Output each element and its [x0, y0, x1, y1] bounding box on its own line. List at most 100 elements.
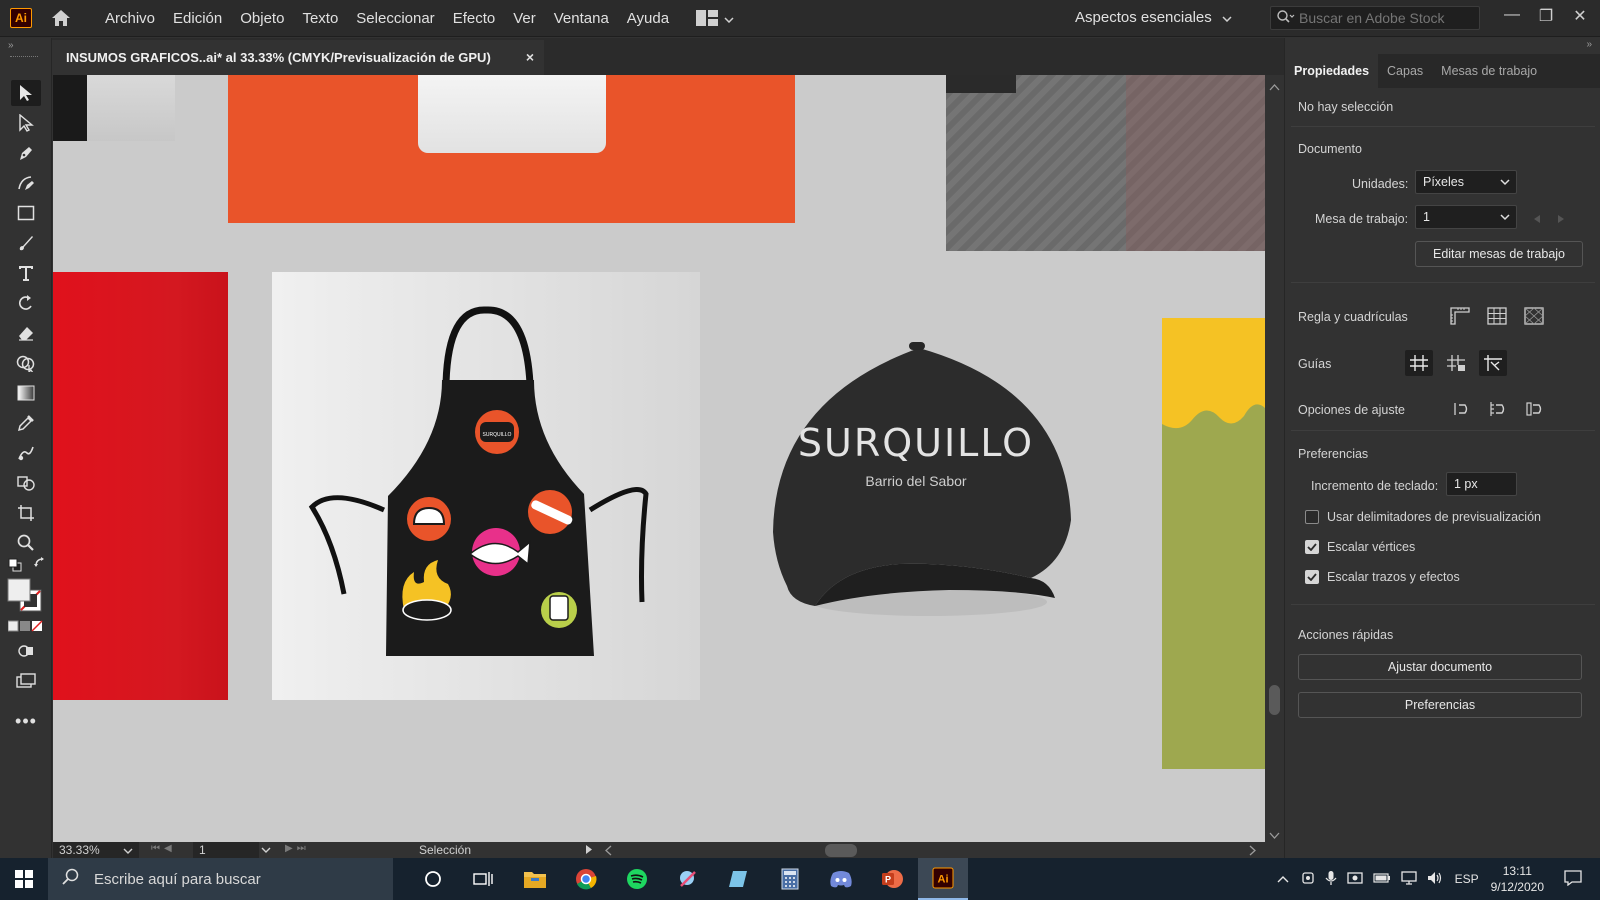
menu-ventana[interactable]: Ventana	[545, 10, 618, 27]
home-icon[interactable]	[48, 5, 74, 31]
vertical-scrollbar[interactable]	[1265, 75, 1284, 842]
chrome-icon[interactable]	[561, 858, 611, 900]
spotify-icon[interactable]	[612, 858, 662, 900]
windows-start-icon[interactable]	[0, 858, 48, 900]
preferences-button[interactable]: Preferencias	[1298, 692, 1582, 718]
pen-tool-icon[interactable]	[11, 140, 41, 166]
artboard-dropdown[interactable]: 1	[1415, 205, 1517, 229]
webcam-icon[interactable]	[1346, 871, 1363, 888]
collapse-panel-icon[interactable]: »	[1586, 39, 1592, 50]
discord-icon[interactable]	[816, 858, 866, 900]
screen-mode-icon[interactable]	[11, 668, 41, 694]
horizontal-scroll-thumb[interactable]	[825, 844, 857, 857]
workspace-switcher[interactable]: Aspectos esenciales	[1075, 9, 1232, 26]
selection-tool-icon[interactable]	[11, 80, 41, 106]
color-mode-icon[interactable]	[7, 620, 44, 635]
artboard-first-prev-icons[interactable]: ⏮◀	[151, 843, 176, 854]
close-icon[interactable]: ×	[526, 49, 534, 65]
cortana-icon[interactable]	[408, 858, 458, 900]
meet-icon[interactable]	[1301, 871, 1315, 888]
menu-ayuda[interactable]: Ayuda	[618, 10, 678, 27]
rectangle-tool-icon[interactable]	[11, 200, 41, 226]
curvature-tool-icon[interactable]	[11, 170, 41, 196]
lock-guides-icon[interactable]	[1442, 350, 1470, 376]
scroll-up-icon[interactable]	[1269, 79, 1280, 94]
tab-propiedades[interactable]: Propiedades	[1285, 54, 1379, 88]
fill-stroke-icon[interactable]	[7, 578, 45, 617]
menu-seleccionar[interactable]: Seleccionar	[347, 10, 443, 27]
direct-selection-tool-icon[interactable]	[11, 110, 41, 136]
menu-ver[interactable]: Ver	[504, 10, 545, 27]
checkbox-preview-bounds[interactable]: Usar delimitadores de previsualización	[1305, 510, 1541, 524]
rulers-icon[interactable]	[1446, 303, 1474, 329]
scroll-down-icon[interactable]	[1269, 827, 1280, 842]
tab-mesas-de-trabajo[interactable]: Mesas de trabajo	[1432, 54, 1546, 88]
restore-icon[interactable]: ❐	[1532, 6, 1560, 26]
volume-icon[interactable]	[1427, 871, 1443, 888]
clock[interactable]: 13:11 9/12/2020	[1491, 863, 1544, 895]
chevron-down-icon[interactable]	[123, 842, 133, 859]
document-tab[interactable]: INSUMOS GRAFICOS..ai* al 33.33% (CMYK/Pr…	[52, 40, 544, 75]
scroll-left-icon[interactable]	[605, 845, 612, 859]
artboard-tool-icon[interactable]	[11, 500, 41, 526]
paintbrush-tool-icon[interactable]	[11, 230, 41, 256]
vertical-scroll-thumb[interactable]	[1269, 685, 1280, 715]
arrange-documents-button[interactable]	[696, 10, 734, 26]
zoom-tool-icon[interactable]	[11, 530, 41, 556]
next-artboard-icon[interactable]	[1557, 212, 1565, 227]
taskbar-search-box[interactable]: Escribe aquí para buscar	[48, 858, 393, 900]
default-colors-icon[interactable]	[8, 558, 22, 575]
stock-search-box[interactable]	[1270, 6, 1480, 30]
task-view-icon[interactable]	[458, 858, 508, 900]
menu-archivo[interactable]: Archivo	[96, 10, 164, 27]
snap-to-glyph-icon[interactable]	[1521, 396, 1549, 422]
eraser-tool-icon[interactable]	[11, 320, 41, 346]
artboard-number-field[interactable]: 1	[193, 842, 259, 859]
draw-mode-icon[interactable]	[11, 638, 41, 664]
scroll-right-icon[interactable]	[1249, 845, 1256, 859]
notifications-icon[interactable]	[1564, 869, 1582, 889]
network-icon[interactable]	[1400, 870, 1417, 888]
fit-document-button[interactable]: Ajustar documento	[1298, 654, 1582, 680]
units-dropdown[interactable]: Píxeles	[1415, 170, 1517, 194]
grid-icon[interactable]	[1483, 303, 1511, 329]
illustrator-taskbar-icon[interactable]: Ai	[918, 858, 968, 900]
snip-sketch-icon[interactable]	[663, 858, 713, 900]
checkbox-scale-strokes[interactable]: Escalar trazos y efectos	[1305, 570, 1460, 584]
type-tool-icon[interactable]	[11, 260, 41, 286]
minimize-icon[interactable]: —	[1498, 6, 1526, 24]
chevron-up-icon[interactable]	[1277, 872, 1289, 886]
status-tool-label[interactable]: Selección	[419, 843, 471, 857]
gradient-tool-icon[interactable]	[11, 380, 41, 406]
language-indicator[interactable]: ESP	[1455, 872, 1479, 886]
menu-texto[interactable]: Texto	[293, 10, 347, 27]
artboard-next-last-icons[interactable]: ▶⏭	[285, 843, 310, 854]
calculator-icon[interactable]	[765, 858, 815, 900]
shape-builder-tool-icon[interactable]	[11, 350, 41, 376]
checkmark-icon[interactable]	[1305, 570, 1319, 584]
swap-colors-icon[interactable]	[33, 556, 47, 573]
battery-icon[interactable]	[1372, 872, 1391, 886]
edit-artboards-button[interactable]: Editar mesas de trabajo	[1415, 241, 1583, 267]
checkbox-box[interactable]	[1305, 510, 1319, 524]
grip-icon[interactable]	[10, 56, 38, 58]
more-tools-icon[interactable]: •••	[11, 708, 41, 734]
menu-objeto[interactable]: Objeto	[231, 10, 293, 27]
blend-tool-icon[interactable]	[11, 440, 41, 466]
snap-to-point-icon[interactable]	[1447, 396, 1475, 422]
stock-search-input[interactable]	[1299, 10, 1469, 26]
previous-artboard-icon[interactable]	[1533, 212, 1541, 227]
powerpoint-icon[interactable]: P	[867, 858, 917, 900]
show-guides-icon[interactable]	[1405, 350, 1433, 376]
symbol-sprayer-tool-icon[interactable]	[11, 470, 41, 496]
snap-to-pixel-icon[interactable]	[1484, 396, 1512, 422]
smart-guides-icon[interactable]	[1479, 350, 1507, 376]
collapse-panel-icon[interactable]: »	[8, 40, 14, 51]
notes-app-icon[interactable]	[714, 858, 764, 900]
menu-edicion[interactable]: Edición	[164, 10, 231, 27]
tab-capas[interactable]: Capas	[1378, 54, 1432, 88]
zoom-level-field[interactable]: 33.33%	[53, 842, 139, 859]
close-window-icon[interactable]: ✕	[1566, 6, 1594, 26]
file-explorer-icon[interactable]	[510, 858, 560, 900]
transparency-grid-icon[interactable]	[1520, 303, 1548, 329]
